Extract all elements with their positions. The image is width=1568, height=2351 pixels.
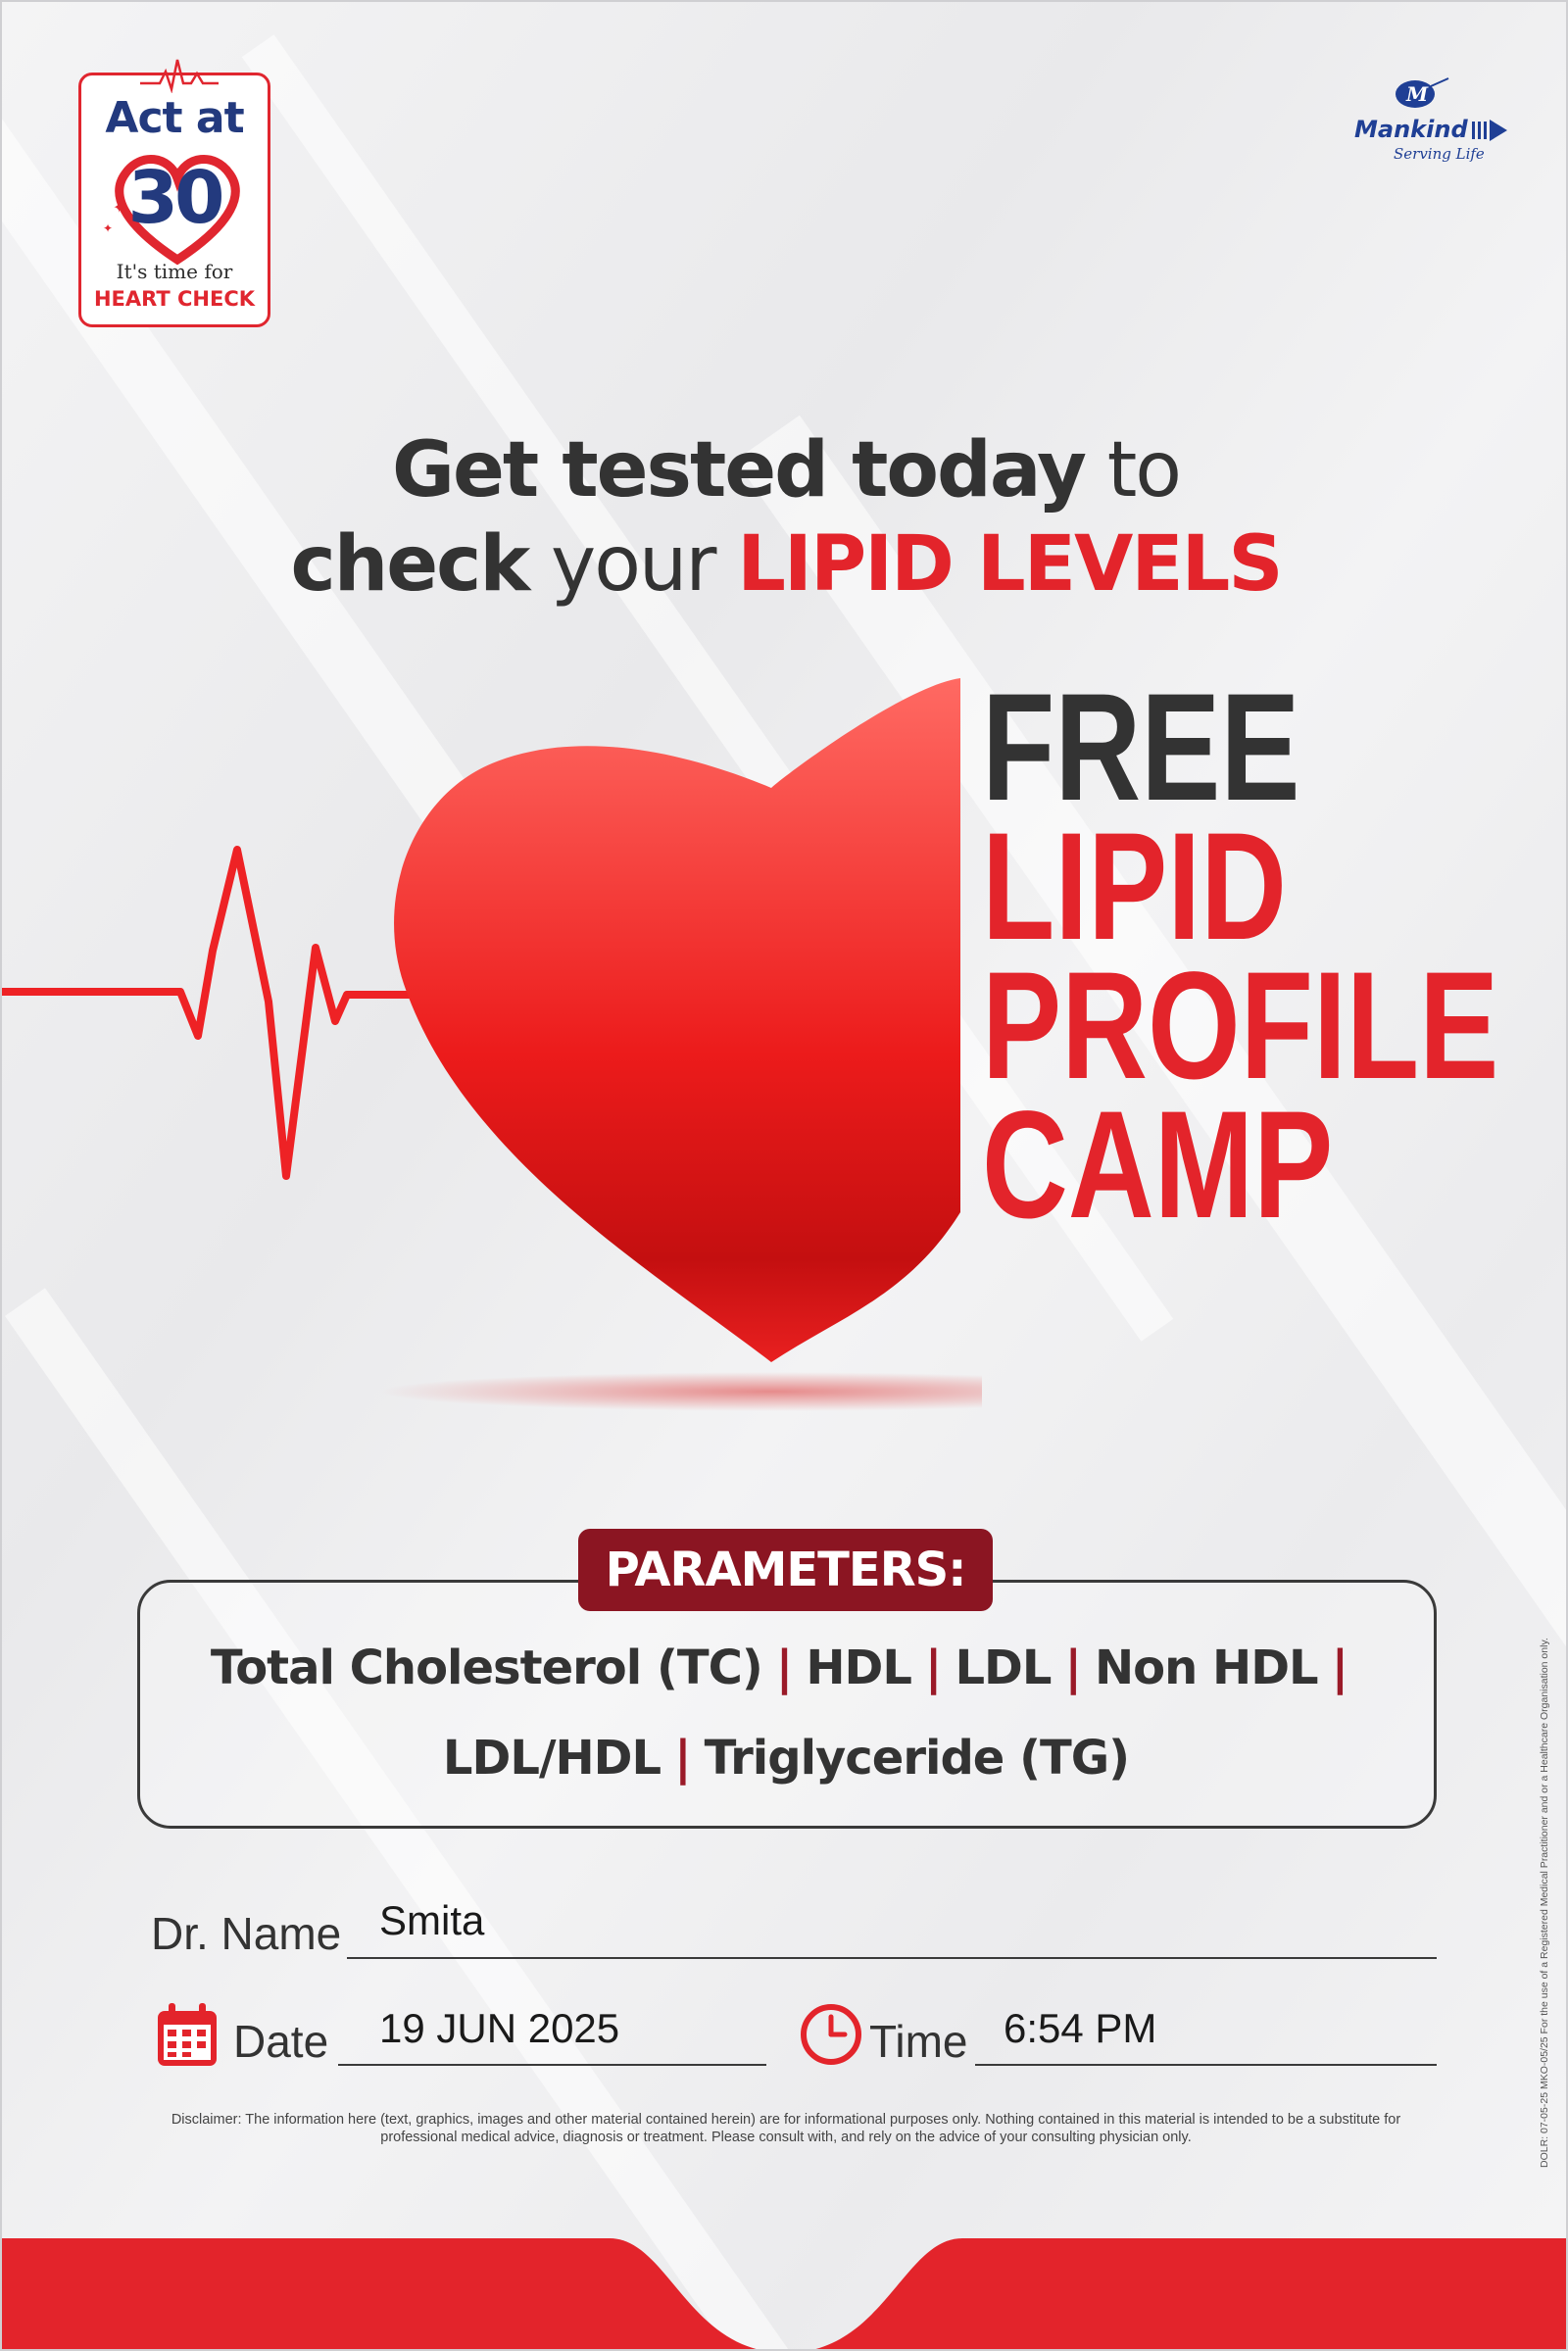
camp-title: FREE LIPID PROFILE CAMP [982,662,1499,1250]
date-value[interactable]: 19 JUN 2025 [379,2005,619,2052]
footer-wave [2,2238,1566,2349]
parameters-box [137,1580,1437,1829]
headline-line-2: check your LIPID LEVELS [2,517,1566,612]
parameters-heading: PARAMETERS: [578,1529,993,1611]
camp-title-line4: CAMP [982,1080,1334,1250]
parameter-item: LDL [955,1641,1052,1695]
parameter-separator: | [924,1641,943,1695]
parameters-row-1: Total Cholesterol (TC) | HDL | LDL | Non HDL | [2,1641,1566,1695]
parameter-item: Triglyceride (TG) [704,1731,1130,1786]
parameter-separator: | [674,1731,692,1786]
brand-tagline: Serving Life [1394,145,1485,163]
calendar-icon [158,2003,217,2066]
badge-highlight: HEART CHECK [93,287,256,311]
clock-icon [801,2004,861,2065]
parameter-separator: | [775,1641,794,1695]
parameter-separator: | [1331,1641,1349,1695]
camp-title-line1: FREE [982,662,1300,833]
badge-pulse-icon [140,59,219,93]
date-label: Date [233,2016,329,2067]
headline-line1-bold: Get tested today [391,426,1087,514]
parameter-item: HDL [806,1641,912,1695]
parameter-item: Non HDL [1095,1641,1319,1695]
headline-line-1: Get tested today to [2,423,1566,517]
heart-graphic [2,678,982,1411]
time-value[interactable]: 6:54 PM [1004,2005,1156,2052]
headline-line2-bold: check [290,520,530,609]
mankind-logo-icon: M [1396,77,1449,108]
headline-line2-red: LIPID LEVELS [737,520,1283,609]
doctor-name-underline [347,1957,1437,1959]
svg-text:M: M [1405,82,1429,106]
parameters-row-2: LDL/HDL | Triglyceride (TG) [2,1731,1566,1786]
doctor-name-label: Dr. Name [151,1908,342,1959]
disclaimer: Disclaimer: The information here (text, … [171,2112,1401,2145]
brand-arrow-icon [1472,120,1507,141]
parameter-item: LDL/HDL [442,1731,662,1786]
mankind-logo: M Mankind Serving Life [1354,76,1511,165]
doctor-name-value[interactable]: Smita [379,1897,484,1944]
badge-tagline: It's time for [116,260,233,283]
camp-title-line3: PROFILE [982,941,1499,1111]
brand-name: Mankind [1354,116,1468,143]
act-at-30-badge: Act at ✦ ✦ 30 It's time for HEART CHECK [78,59,270,327]
heart-shadow [379,1372,982,1411]
side-note: DOLR: 07-05-25 MKO-05/25 For the use of … [1539,1638,1550,2168]
headline-line2-light: your [528,520,738,609]
pulse-line-icon [2,846,414,1180]
headline-line1-rest: to [1084,426,1182,514]
poster: Act at ✦ ✦ 30 It's time for HEART CHECK … [0,0,1568,2351]
time-label: Time [869,2016,968,2067]
parameter-separator: | [1064,1641,1082,1695]
heart-icon [394,678,960,1362]
time-underline [975,2064,1437,2066]
parameter-item: Total Cholesterol (TC) [210,1641,763,1695]
date-underline [338,2064,766,2066]
badge-number: 30 [127,156,225,240]
camp-title-line2: LIPID [982,802,1287,972]
headline: Get tested today to check your LIPID LEV… [2,423,1566,612]
